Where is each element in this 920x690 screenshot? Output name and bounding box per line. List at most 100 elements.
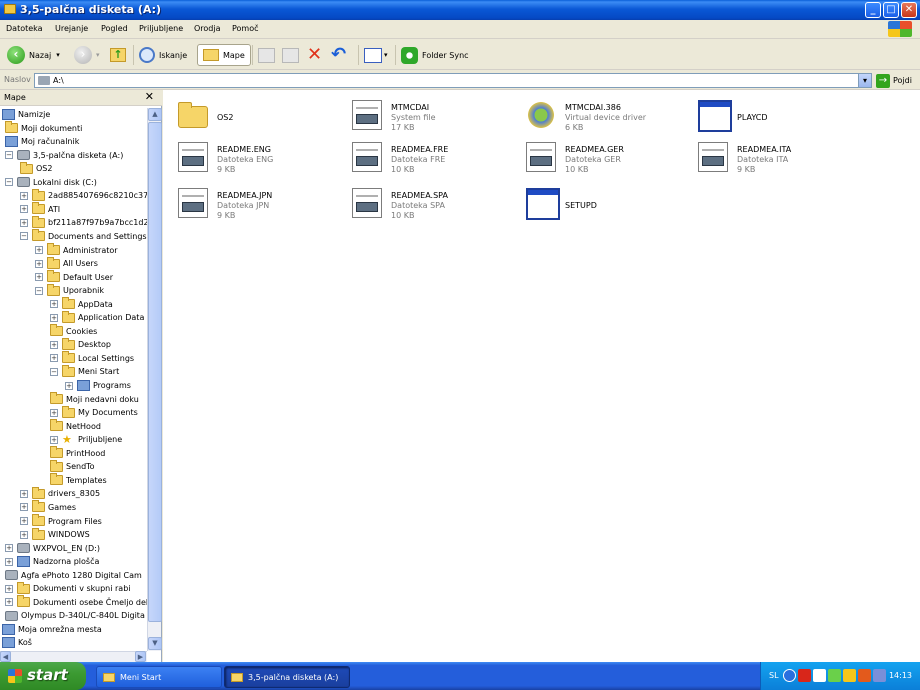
expand-icon[interactable]: + [20, 517, 28, 525]
tree-item[interactable]: + WINDOWS [20, 527, 90, 541]
sync-icon[interactable] [828, 669, 841, 682]
tree-item[interactable]: + Desktop [50, 337, 111, 351]
expand-icon[interactable]: + [20, 191, 28, 200]
expand-icon[interactable]: + [50, 340, 58, 349]
dropdown-arrow-icon[interactable]: ▾ [384, 51, 388, 59]
tree-item[interactable]: − Meni Start [50, 364, 119, 378]
tree-item[interactable]: Moj računalnik [5, 135, 79, 148]
clock[interactable]: 14:13 [889, 671, 912, 680]
move-to-button[interactable] [258, 44, 279, 66]
file-item[interactable]: MTMCDAI System file 17 KB [344, 94, 514, 136]
vertical-scrollbar[interactable]: ▲ ▼ [147, 108, 162, 651]
scroll-up-button[interactable]: ▲ [148, 108, 162, 121]
file-item[interactable]: READMEA.ITA Datoteka ITA 9 KB [690, 136, 860, 178]
tree-item[interactable]: SendTo [50, 459, 95, 473]
dropdown-arrow-icon[interactable]: ▾ [56, 51, 60, 59]
tree-item[interactable]: OS2 [20, 161, 52, 175]
expand-icon[interactable]: + [20, 218, 28, 227]
scroll-thumb[interactable] [148, 122, 162, 622]
network-icon[interactable] [813, 669, 826, 682]
scroll-right-button[interactable]: ▶ [135, 651, 146, 662]
expand-icon[interactable]: + [35, 273, 43, 282]
undo-button[interactable]: ↶ [331, 44, 350, 66]
taskbar-button-floppy[interactable]: 3,5-palčna disketa (A:) [224, 666, 350, 688]
title-bar[interactable]: 3,5-palčna disketa (A:) _ □ ✕ [0, 0, 920, 20]
tree-item[interactable]: + Local Settings [50, 351, 134, 365]
tree-item[interactable]: +2ad885407696c8210c373 [20, 188, 147, 202]
file-item[interactable]: READMEA.GER Datoteka GER 10 KB [518, 136, 688, 178]
go-button[interactable]: → Pojdi [876, 73, 912, 88]
file-item[interactable]: MTMCDAI.386 Virtual device driver 6 KB [518, 94, 688, 136]
tree-item[interactable]: + bf211a87f97b9a7bcc1d2( [20, 215, 147, 229]
scroll-down-button[interactable]: ▼ [148, 637, 162, 650]
security-icon[interactable] [858, 669, 871, 682]
forward-button[interactable]: › ▾ [74, 44, 100, 66]
tree-item[interactable]: − Documents and Settings [20, 229, 147, 243]
address-dropdown-button[interactable]: ▾ [858, 74, 871, 87]
tree-item[interactable]: + AppData [50, 297, 113, 311]
folders-button[interactable]: Mape [197, 44, 251, 66]
tree-item[interactable]: Templates [50, 473, 107, 487]
tree-item[interactable]: + Games [20, 500, 76, 514]
device-icon[interactable] [843, 669, 856, 682]
tree-item[interactable]: NetHood [50, 419, 101, 433]
tree-item[interactable]: Moji nedavni doku [50, 392, 139, 406]
file-item[interactable]: SETUPD [518, 182, 688, 224]
expand-icon[interactable]: + [35, 246, 43, 254]
file-item[interactable]: PLAYCD [690, 94, 860, 136]
tree-item[interactable]: + Application Data [50, 310, 144, 324]
tree-item[interactable]: + Dokumenti osebe Čmeljo debe [5, 595, 147, 609]
tree-item[interactable]: Namizje [2, 108, 50, 121]
tree-item[interactable]: + My Documents [50, 405, 138, 419]
tree-item[interactable]: PrintHood [50, 446, 105, 460]
back-button[interactable]: ‹ Nazaj ▾ [7, 44, 60, 66]
expand-icon[interactable]: + [5, 598, 13, 607]
collapse-icon[interactable]: − [20, 232, 28, 241]
collapse-icon[interactable]: − [50, 367, 58, 376]
tree-item[interactable]: Moji dokumenti [5, 121, 82, 135]
tree-item[interactable]: − Uporabnik [35, 283, 104, 297]
copy-to-button[interactable] [282, 44, 303, 66]
expand-icon[interactable]: + [20, 530, 28, 539]
search-button[interactable]: Iskanje [139, 44, 187, 66]
menu-pogled[interactable]: Pogled [101, 24, 128, 33]
tree-item[interactable]: + drivers_8305 [20, 486, 100, 500]
tree-item[interactable]: Moja omrežna mesta [2, 623, 102, 636]
file-item[interactable]: READMEA.JPN Datoteka JPN 9 KB [170, 182, 340, 224]
tree-item[interactable]: + Default User [35, 270, 113, 284]
tree-item[interactable]: Cookies [50, 324, 97, 338]
expand-icon[interactable]: + [20, 489, 28, 498]
expand-icon[interactable]: + [50, 435, 58, 444]
file-item[interactable]: OS2 [170, 94, 340, 136]
close-pane-button[interactable]: ✕ [145, 90, 154, 103]
menu-pomoc[interactable]: Pomoč [232, 24, 259, 33]
tree-item[interactable]: + ★ Priljubljene [50, 433, 122, 446]
dropdown-arrow-icon[interactable]: ▾ [96, 51, 100, 59]
menu-orodja[interactable]: Orodja [194, 24, 221, 33]
collapse-icon[interactable]: − [5, 151, 13, 160]
close-button[interactable]: ✕ [901, 2, 917, 18]
address-input[interactable]: A:\ ▾ [34, 73, 872, 88]
collapse-icon[interactable]: − [5, 178, 13, 187]
scroll-left-button[interactable]: ◀ [0, 651, 11, 662]
delete-button[interactable]: ✕ [307, 44, 326, 66]
tree-item[interactable]: − Lokalni disk (C:) [5, 176, 97, 189]
expand-icon[interactable]: + [20, 205, 28, 214]
horizontal-scrollbar[interactable]: ◀ ▶ [0, 651, 147, 662]
tree-item[interactable]: + Dokumenti v skupni rabi [5, 581, 131, 595]
menu-priljubljene[interactable]: Priljubljene [139, 24, 183, 33]
file-item[interactable]: README.ENG Datoteka ENG 9 KB [170, 136, 340, 178]
tree-item[interactable]: + All Users [35, 256, 98, 270]
expand-icon[interactable]: + [50, 313, 58, 322]
menu-datoteka[interactable]: Datoteka [6, 24, 43, 33]
expand-icon[interactable]: + [65, 381, 73, 390]
tree-item[interactable]: Koš [2, 636, 32, 649]
tree-item[interactable]: + Program Files [20, 514, 102, 528]
menu-urejanje[interactable]: Urejanje [55, 24, 88, 33]
expand-icon[interactable]: + [5, 557, 13, 566]
start-button[interactable]: start [0, 662, 86, 690]
expand-icon[interactable]: + [50, 300, 58, 309]
expand-icon[interactable]: + [50, 408, 58, 417]
ati-icon[interactable] [798, 669, 811, 682]
file-item[interactable]: READMEA.SPA Datoteka SPA 10 KB [344, 182, 514, 224]
